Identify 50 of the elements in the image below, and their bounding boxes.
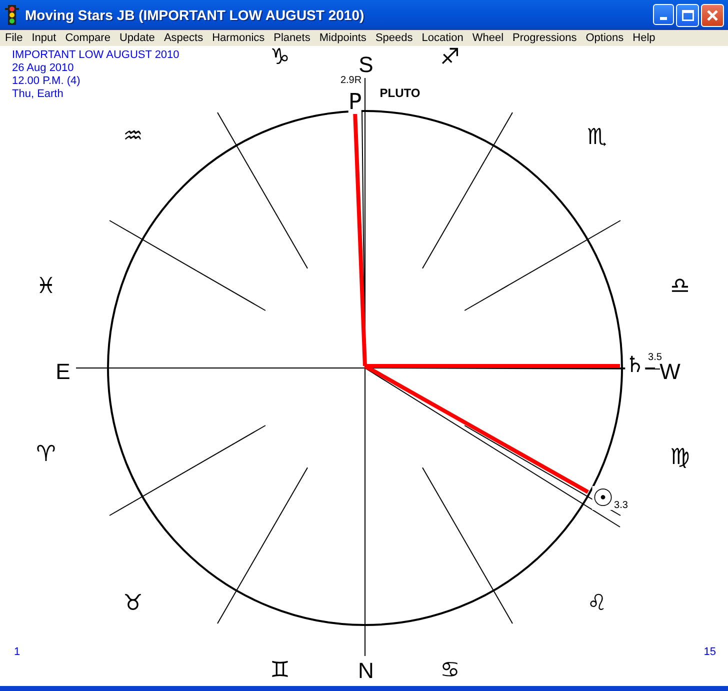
chart-info-text: IMPORTANT LOW AUGUST 2010 xyxy=(12,49,180,62)
zodiac-sign: ♈ xyxy=(36,444,56,466)
close-icon xyxy=(707,10,718,20)
planet-glyph: P xyxy=(348,92,362,114)
maximize-icon xyxy=(682,10,694,20)
menu-item[interactable]: Compare xyxy=(61,32,116,44)
menu-item[interactable]: File xyxy=(1,32,28,44)
maximize-button[interactable] xyxy=(676,4,699,26)
menu-item[interactable]: Options xyxy=(582,32,629,44)
direction-label: E xyxy=(56,361,70,383)
menu-item[interactable]: Planets xyxy=(270,32,316,44)
chart-info-text: Thu, Earth xyxy=(12,88,64,101)
page-number: 1 xyxy=(14,646,20,658)
menu-item[interactable]: Harmonics xyxy=(208,32,270,44)
menu-item[interactable]: Update xyxy=(115,32,160,44)
direction-label: S xyxy=(358,54,374,76)
chart-info-text: 12.00 P.M. (4) xyxy=(12,75,82,88)
menu-item[interactable]: Location xyxy=(418,32,468,44)
zodiac-sign: ♉ xyxy=(123,593,143,615)
minimize-icon xyxy=(660,16,667,20)
menu-item[interactable]: Wheel xyxy=(468,32,509,44)
zodiac-sign: ♐ xyxy=(440,47,460,69)
planet-degree: 2.9R xyxy=(340,76,362,86)
planet-degree: 3.5 xyxy=(648,353,662,363)
menu-item[interactable]: Midpoints xyxy=(315,32,372,44)
zodiac-sign: ♍ xyxy=(670,447,690,469)
menu-item[interactable]: Aspects xyxy=(160,32,208,44)
planet-name: PLUTO xyxy=(380,87,420,99)
direction-label: W xyxy=(660,361,680,383)
menu-item[interactable]: Progressions xyxy=(508,32,582,44)
minimize-button[interactable] xyxy=(653,4,674,24)
zodiac-sign: ♊ xyxy=(270,660,290,682)
page-number: 15 xyxy=(704,646,716,658)
traffic-light-icon xyxy=(5,5,19,25)
menu-item[interactable]: Help xyxy=(628,32,660,44)
window-title: Moving Stars JB (IMPORTANT LOW AUGUST 2010) xyxy=(25,7,366,23)
direction-label: N xyxy=(358,660,374,682)
chart-info-text: 26 Aug 2010 xyxy=(12,62,75,75)
zodiac-sign: ♑ xyxy=(270,47,290,69)
zodiac-sign: ♏ xyxy=(587,127,607,149)
planet-degree: 3.3 xyxy=(614,501,628,511)
menu-item[interactable]: Speeds xyxy=(371,32,418,44)
zodiac-sign: ♓ xyxy=(36,276,56,298)
zodiac-sign: ♌ xyxy=(587,593,607,615)
close-button[interactable] xyxy=(701,4,724,26)
menu-item[interactable]: Input xyxy=(28,32,62,44)
zodiac-sign: ♒ xyxy=(123,126,143,148)
zodiac-sign: ♋ xyxy=(440,660,460,682)
zodiac-sign: ♎ xyxy=(670,276,690,298)
planet-glyph: ☉ xyxy=(592,486,614,510)
